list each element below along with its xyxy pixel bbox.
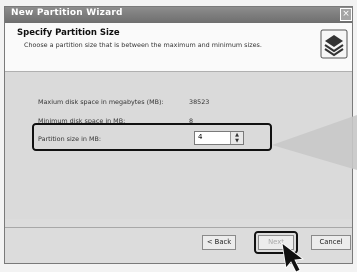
mouse-pointer-icon bbox=[281, 242, 305, 272]
annotation-overlay bbox=[272, 115, 357, 272]
callout-wedge bbox=[272, 115, 357, 170]
